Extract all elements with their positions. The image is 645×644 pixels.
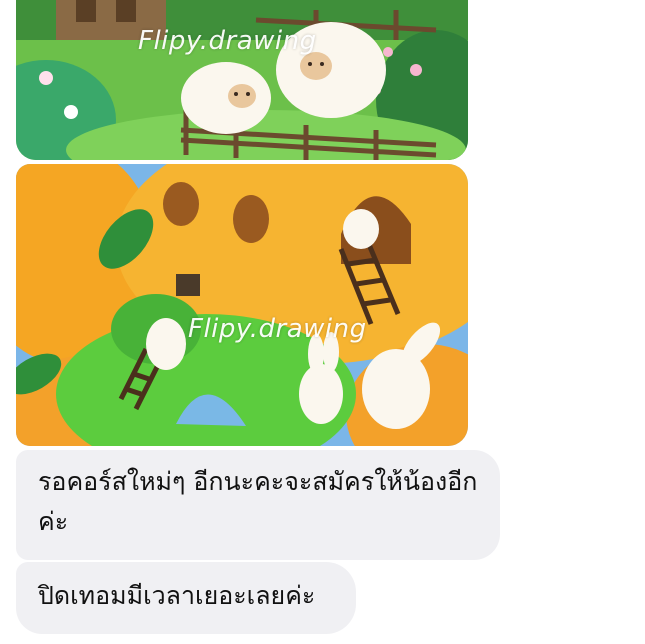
image-message-sheep[interactable]: Flipy.drawing: [16, 0, 468, 160]
text-message[interactable]: ปิดเทอมมีเวลาเยอะเลยค่ะ: [16, 562, 356, 634]
sheep-illustration: [16, 0, 468, 160]
chat-thread: Flipy.drawing Flipy.drawing รอคอร์สใหม่ๆ…: [0, 0, 645, 644]
bunny-illustration: [16, 164, 468, 446]
watermark-text: Flipy.drawing: [138, 26, 317, 56]
image-message-bunnies[interactable]: Flipy.drawing: [16, 164, 468, 446]
watermark-text: Flipy.drawing: [188, 314, 367, 344]
text-message[interactable]: รอคอร์สใหม่ๆ อีกนะคะจะสมัครให้น้องอีกค่ะ: [16, 450, 500, 560]
